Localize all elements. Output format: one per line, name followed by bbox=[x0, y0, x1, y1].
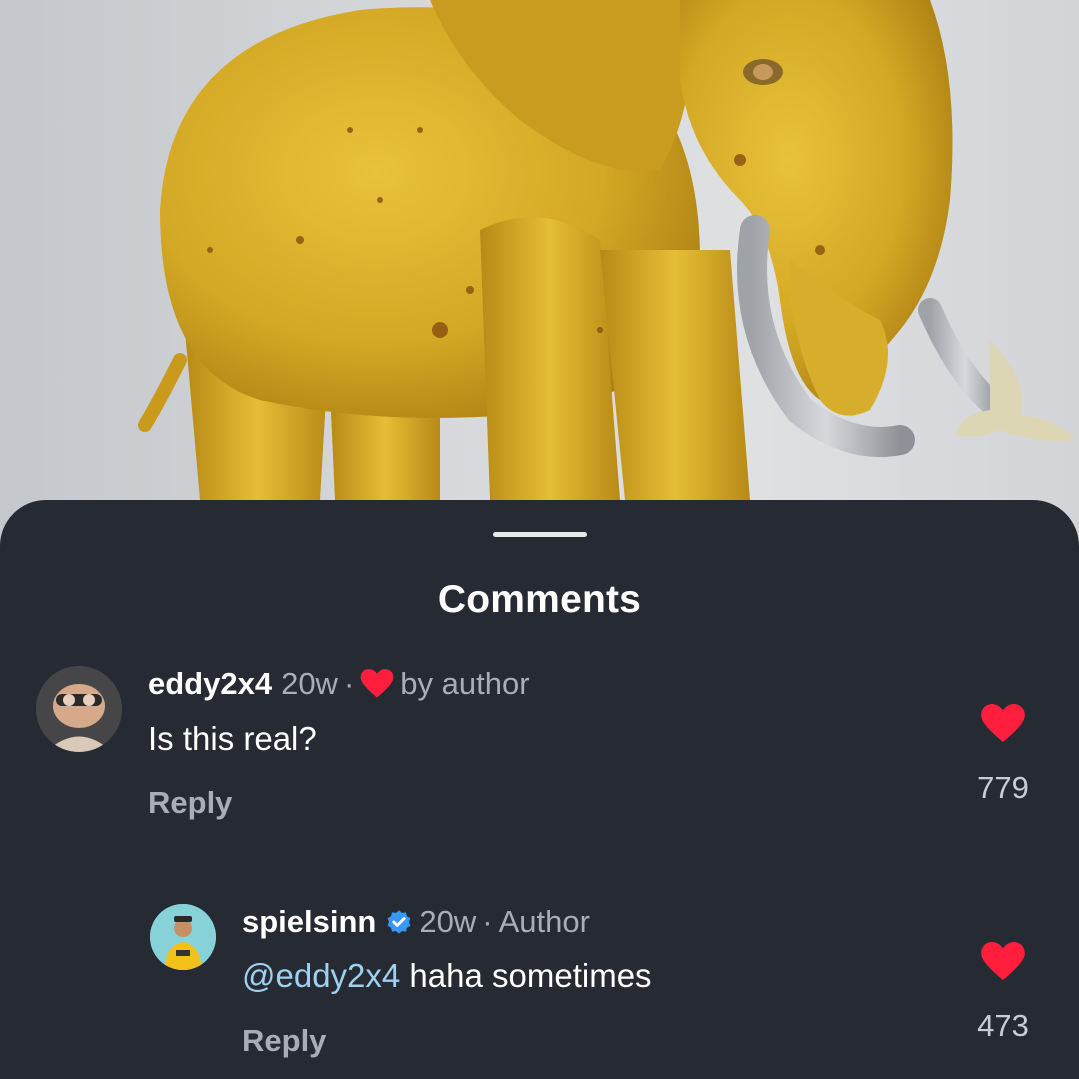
comment-1-text: Is this real? bbox=[148, 720, 317, 757]
avatar-eddy2x4[interactable] bbox=[36, 666, 122, 752]
comment-1-reply-button[interactable]: Reply bbox=[148, 785, 232, 821]
comment-2-meta: spielsinn 20w · Author bbox=[242, 904, 590, 940]
comment-2-reply-button[interactable]: Reply bbox=[242, 1023, 326, 1059]
avatar-spielsinn[interactable] bbox=[150, 904, 216, 970]
banana-elephant-illustration bbox=[138, 0, 1075, 500]
comment-1-like-heart-icon[interactable] bbox=[980, 704, 1026, 749]
comment-1-like-count: 779 bbox=[977, 770, 1029, 805]
sheet-drag-handle[interactable] bbox=[493, 532, 587, 537]
comment-2-text-body: haha sometimes bbox=[400, 957, 652, 994]
comment-1-meta: eddy2x4 20w · by author bbox=[148, 666, 530, 702]
comment-1-liked-by: by author bbox=[400, 666, 530, 701]
comment-2-username[interactable]: spielsinn bbox=[242, 904, 376, 940]
sheet-title: Comments bbox=[437, 578, 642, 621]
comment-2-separator: · bbox=[482, 904, 493, 939]
verified-badge-icon bbox=[385, 908, 413, 936]
comment-2-time: 20w bbox=[419, 904, 477, 939]
comment-2-like-heart-icon[interactable] bbox=[980, 942, 1026, 987]
comment-1-time: 20w bbox=[281, 666, 338, 701]
liked-by-author-heart-icon bbox=[360, 669, 394, 699]
comment-2-like-count: 473 bbox=[977, 1008, 1029, 1043]
comment-2-mention-link[interactable]: @eddy2x4 bbox=[242, 957, 400, 994]
comment-1-username[interactable]: eddy2x4 bbox=[148, 666, 272, 702]
comment-2-text: @eddy2x4 haha sometimes bbox=[242, 957, 652, 995]
comment-1-separator: · bbox=[343, 666, 355, 701]
post-image bbox=[0, 0, 1079, 560]
comment-2-author-label: Author bbox=[498, 904, 590, 939]
